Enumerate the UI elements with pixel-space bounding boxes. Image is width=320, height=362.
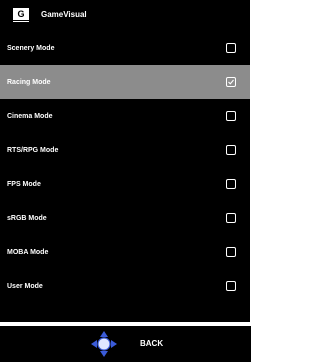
- gamevisual-logo-icon: G: [13, 8, 29, 22]
- mode-checkbox[interactable]: [226, 213, 236, 223]
- mode-label: MOBA Mode: [7, 248, 49, 256]
- osd-menu-panel: G GameVisual Scenery Mode Racing Mode Ci…: [0, 0, 250, 322]
- mode-checkbox[interactable]: [226, 179, 236, 189]
- osd-footer: BACK: [0, 326, 251, 362]
- mode-item-racing[interactable]: Racing Mode: [0, 65, 250, 99]
- four-way-navigation-icon[interactable]: [90, 330, 118, 358]
- menu-title: GameVisual: [41, 9, 87, 19]
- mode-label: FPS Mode: [7, 180, 41, 188]
- mode-label: sRGB Mode: [7, 214, 47, 222]
- mode-checkbox[interactable]: [226, 77, 236, 87]
- mode-label: Cinema Mode: [7, 112, 53, 120]
- mode-checkbox[interactable]: [226, 247, 236, 257]
- menu-header: G GameVisual: [0, 0, 250, 28]
- mode-label: Racing Mode: [7, 78, 51, 86]
- mode-item-srgb[interactable]: sRGB Mode: [0, 201, 250, 235]
- mode-checkbox[interactable]: [226, 111, 236, 121]
- mode-checkbox[interactable]: [226, 145, 236, 155]
- mode-label: RTS/RPG Mode: [7, 146, 59, 154]
- mode-label: Scenery Mode: [7, 44, 55, 52]
- mode-item-moba[interactable]: MOBA Mode: [0, 235, 250, 269]
- checkmark-icon: [228, 79, 234, 85]
- mode-item-rts-rpg[interactable]: RTS/RPG Mode: [0, 133, 250, 167]
- mode-item-scenery[interactable]: Scenery Mode: [0, 31, 250, 65]
- back-button[interactable]: BACK: [140, 339, 163, 348]
- mode-label: User Mode: [7, 282, 43, 290]
- mode-checkbox[interactable]: [226, 43, 236, 53]
- mode-item-user[interactable]: User Mode: [0, 269, 250, 303]
- mode-item-fps[interactable]: FPS Mode: [0, 167, 250, 201]
- mode-item-cinema[interactable]: Cinema Mode: [0, 99, 250, 133]
- mode-checkbox[interactable]: [226, 281, 236, 291]
- mode-list: Scenery Mode Racing Mode Cinema Mode RTS…: [0, 31, 250, 303]
